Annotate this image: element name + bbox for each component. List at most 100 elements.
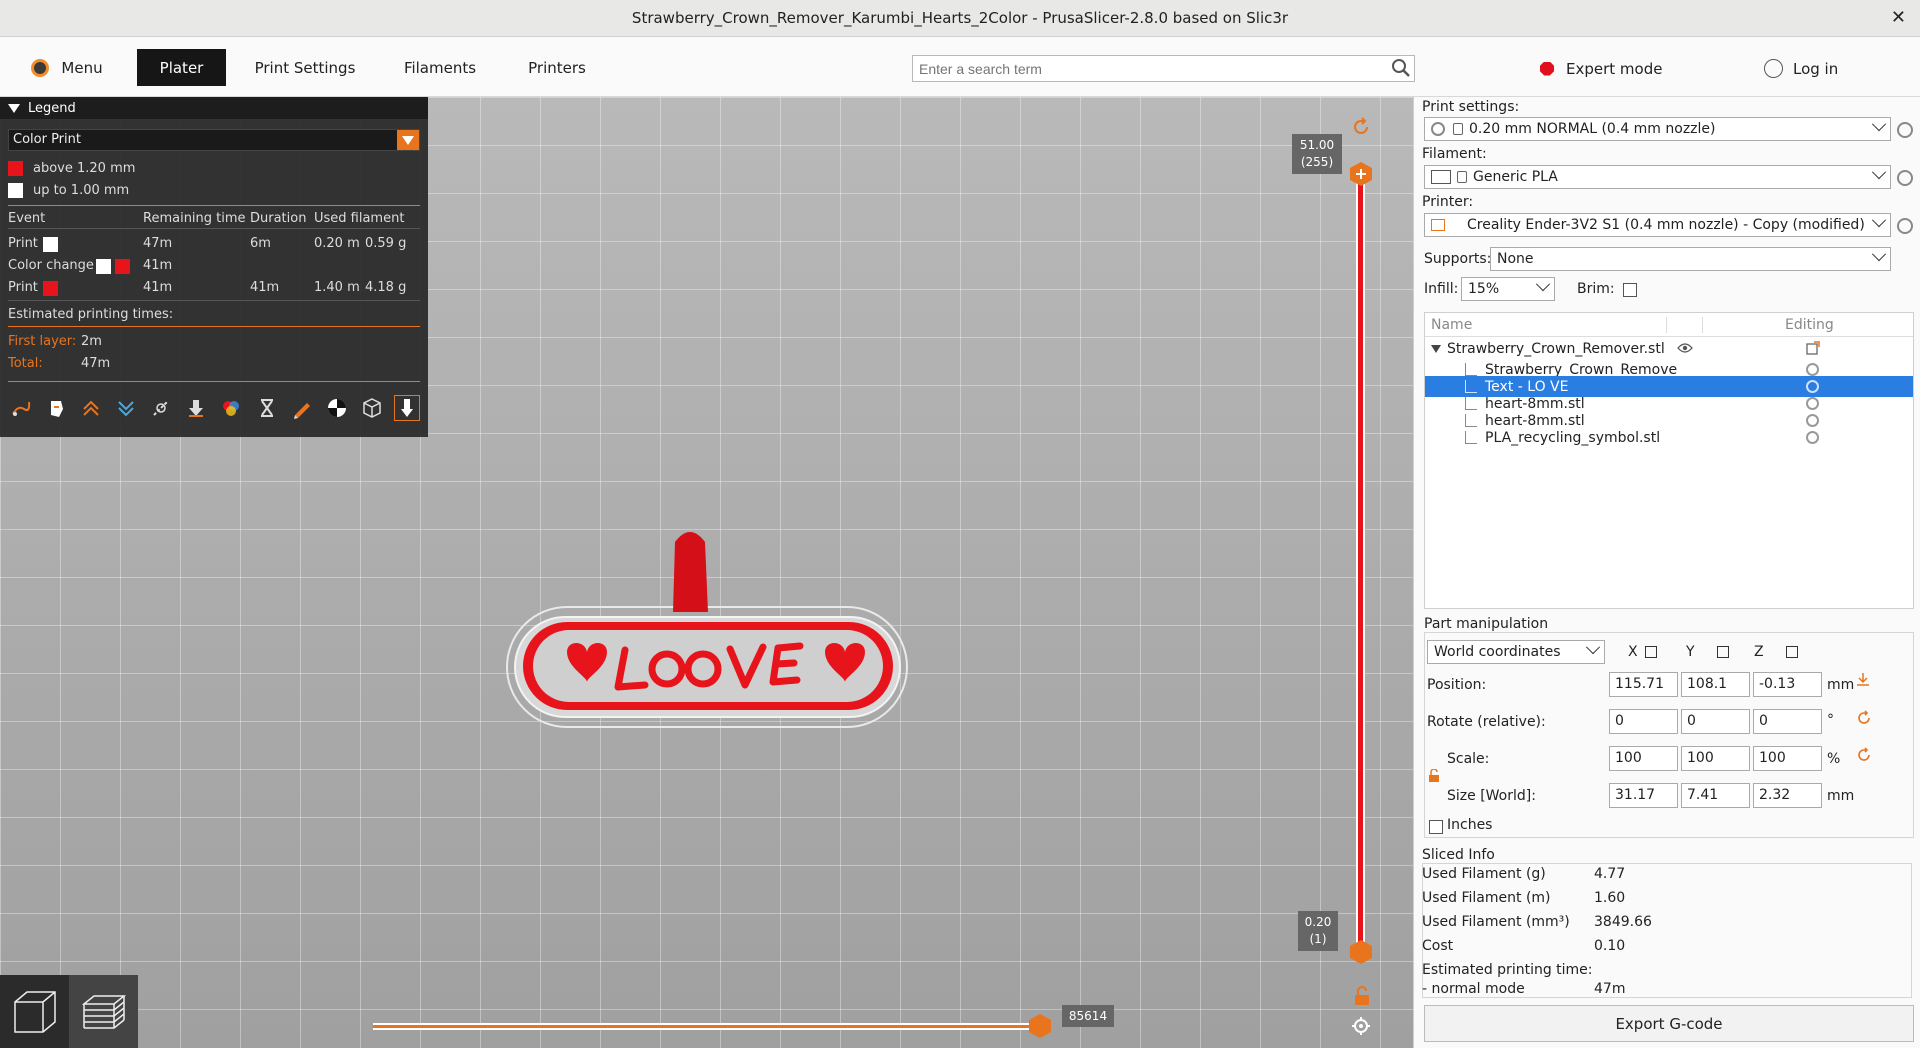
legend-header[interactable]: Legend	[0, 97, 428, 119]
reset-arrow-icon[interactable]	[1350, 116, 1372, 138]
sliced-info-label: Cost	[1422, 938, 1454, 954]
position-x-input[interactable]: 115.71	[1609, 672, 1678, 697]
tab-filaments[interactable]: Filaments	[395, 49, 485, 86]
range-label: up to 1.00 mm	[33, 183, 130, 198]
dropdown-arrow-icon[interactable]	[397, 130, 419, 150]
export-gcode-button[interactable]: Export G-code	[1424, 1005, 1914, 1042]
chevron-down-icon	[1871, 165, 1887, 180]
coordinates-select[interactable]: World coordinates	[1427, 640, 1605, 664]
print-settings-value: 0.20 mm NORMAL (0.4 mm nozzle)	[1469, 121, 1716, 137]
part-row[interactable]: PLA_recycling_symbol.stl	[1425, 427, 1913, 448]
expert-mode-button[interactable]: Expert mode	[1540, 55, 1662, 82]
edit-filament-icon[interactable]	[1897, 170, 1913, 186]
shells-icon[interactable]	[359, 395, 385, 421]
position-label: Position:	[1427, 677, 1487, 693]
object-name: Strawberry_Crown_Remover.stl	[1447, 340, 1665, 357]
seams-icon[interactable]	[148, 395, 174, 421]
tab-plater[interactable]: Plater	[137, 49, 226, 86]
event-duration: 41m	[250, 280, 280, 295]
scale-x-input[interactable]: 100	[1609, 746, 1678, 771]
eye-icon[interactable]	[1677, 342, 1693, 354]
infill-select[interactable]: 15%	[1461, 277, 1555, 301]
deretractions-icon[interactable]	[113, 395, 139, 421]
expand-triangle-icon[interactable]	[1431, 344, 1441, 353]
position-z-input[interactable]: -0.13	[1753, 672, 1822, 697]
part-settings-icon[interactable]	[1806, 380, 1819, 393]
scale-y-input[interactable]: 100	[1681, 746, 1750, 771]
custom-gcodes-icon[interactable]	[289, 395, 315, 421]
retractions-icon[interactable]	[78, 395, 104, 421]
lower-layer-number: (1)	[1309, 932, 1327, 946]
close-icon[interactable]: ✕	[1891, 7, 1906, 28]
drop-to-bed-y-icon[interactable]	[1717, 646, 1729, 658]
model-3d-preview[interactable]	[505, 522, 910, 732]
preview-button[interactable]	[69, 975, 138, 1048]
part-settings-icon[interactable]	[1806, 414, 1819, 427]
scale-unit: %	[1827, 751, 1841, 767]
wipe-icon[interactable]	[43, 395, 69, 421]
print-settings-select[interactable]: 0.20 mm NORMAL (0.4 mm nozzle)	[1424, 117, 1891, 141]
prusa-logo-icon	[31, 58, 50, 77]
part-settings-icon[interactable]	[1806, 397, 1819, 410]
tool-changes-icon[interactable]	[183, 395, 209, 421]
scale-z-input[interactable]: 100	[1753, 746, 1822, 771]
collapse-triangle-icon[interactable]	[8, 103, 20, 113]
login-button[interactable]: Log in	[1764, 55, 1838, 82]
tool-marker-icon[interactable]	[393, 395, 420, 421]
printer-label: Printer:	[1422, 194, 1474, 210]
first-layer-value: 2m	[81, 334, 102, 349]
drop-to-bed-z-icon[interactable]	[1786, 646, 1798, 658]
rotate-x-input[interactable]: 0	[1609, 709, 1678, 734]
rotate-y-input[interactable]: 0	[1681, 709, 1750, 734]
infill-label: Infill:	[1424, 281, 1459, 297]
size-y-input[interactable]: 7.41	[1681, 783, 1750, 808]
supports-select[interactable]: None	[1490, 247, 1891, 271]
event-duration: 6m	[250, 236, 271, 251]
legend-range-row: above 1.20 mm	[8, 161, 135, 176]
part-settings-icon[interactable]	[1806, 363, 1819, 376]
center-of-gravity-icon[interactable]	[324, 395, 350, 421]
uniform-scale-lock-icon[interactable]	[1428, 769, 1440, 783]
pause-prints-icon[interactable]	[254, 395, 280, 421]
layer-slider-track[interactable]	[1356, 175, 1365, 955]
filament-value: Generic PLA	[1473, 169, 1558, 185]
drop-to-bed-icon[interactable]	[1856, 672, 1870, 686]
3d-view-button[interactable]	[0, 975, 69, 1048]
position-y-input[interactable]: 108.1	[1681, 672, 1750, 697]
legend-view-type-select[interactable]: Color Print	[8, 129, 420, 151]
search-input[interactable]	[912, 55, 1415, 82]
object-row[interactable]: Strawberry_Crown_Remover.stl	[1425, 338, 1913, 359]
part-icon	[1465, 414, 1477, 427]
rotate-z-input[interactable]: 0	[1753, 709, 1822, 734]
travel-icon[interactable]	[8, 395, 34, 421]
color-changes-icon[interactable]	[218, 395, 244, 421]
size-z-input[interactable]: 2.32	[1753, 783, 1822, 808]
edit-printer-icon[interactable]	[1897, 218, 1913, 234]
filament-select[interactable]: Generic PLA	[1424, 165, 1891, 189]
moves-slider-track[interactable]	[373, 1023, 1039, 1030]
sliced-info-value: 4.77	[1594, 866, 1626, 882]
search-icon[interactable]	[1390, 57, 1412, 79]
size-x-input[interactable]: 31.17	[1609, 783, 1678, 808]
drop-to-bed-x-icon[interactable]	[1645, 646, 1657, 658]
part-name: PLA_recycling_symbol.stl	[1485, 429, 1661, 446]
first-layer-label: First layer:	[8, 334, 77, 349]
object-list-header: Name Editing	[1425, 313, 1913, 337]
reset-rotation-icon[interactable]	[1856, 710, 1872, 726]
reset-scale-icon[interactable]	[1856, 747, 1872, 763]
edit-print-settings-icon[interactable]	[1897, 122, 1913, 138]
part-settings-icon[interactable]	[1806, 431, 1819, 444]
supports-value: None	[1497, 251, 1534, 267]
lower-layer-label: 0.20 (1)	[1298, 911, 1338, 951]
object-settings-icon[interactable]	[1806, 341, 1820, 355]
brim-checkbox[interactable]	[1623, 283, 1637, 297]
settings-cog-icon[interactable]	[1350, 1015, 1372, 1037]
menu-button[interactable]: Menu	[22, 49, 112, 86]
lock-icon[interactable]	[1352, 985, 1372, 1007]
coordinates-value: World coordinates	[1434, 644, 1561, 660]
printer-select[interactable]: Creality Ender-3V2 S1 (0.4 mm nozzle) - …	[1424, 213, 1891, 237]
inches-checkbox[interactable]	[1429, 820, 1443, 834]
filament-color-swatch[interactable]	[1431, 170, 1451, 184]
tab-printers[interactable]: Printers	[517, 49, 597, 86]
tab-print-settings[interactable]: Print Settings	[250, 49, 360, 86]
